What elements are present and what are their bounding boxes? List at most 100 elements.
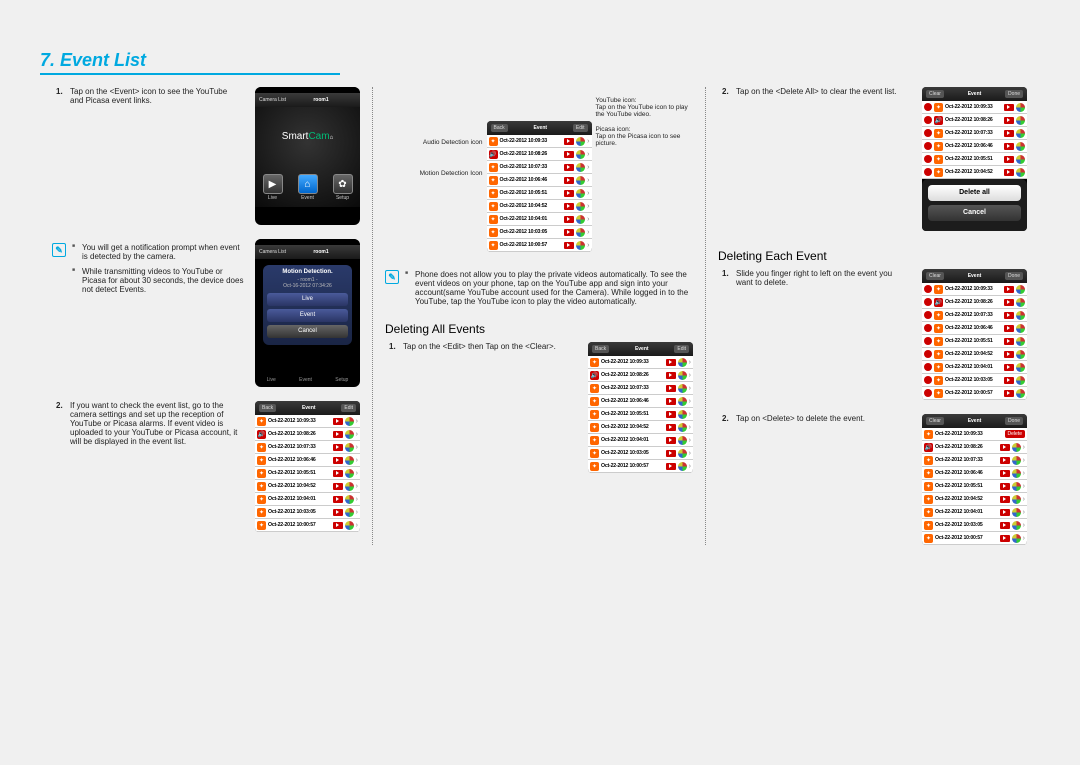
picasa-icon[interactable] (1016, 389, 1025, 398)
picasa-icon[interactable] (678, 436, 687, 445)
remove-icon[interactable] (924, 103, 932, 111)
youtube-icon[interactable] (1004, 130, 1014, 137)
youtube-icon[interactable] (666, 372, 676, 379)
youtube-icon[interactable] (333, 444, 343, 451)
picasa-icon[interactable] (576, 150, 585, 159)
youtube-icon[interactable] (666, 398, 676, 405)
remove-icon[interactable] (924, 285, 932, 293)
picasa-icon[interactable] (1012, 521, 1021, 530)
picasa-icon[interactable] (576, 163, 585, 172)
youtube-icon[interactable] (1004, 104, 1014, 111)
picasa-icon[interactable] (576, 215, 585, 224)
cancel-button[interactable]: Cancel (928, 205, 1021, 221)
picasa-icon[interactable] (1016, 142, 1025, 151)
picasa-icon[interactable] (678, 358, 687, 367)
remove-icon[interactable] (924, 155, 932, 163)
picasa-icon[interactable] (576, 228, 585, 237)
picasa-icon[interactable] (1016, 324, 1025, 333)
event-row[interactable]: ✦ Oct-22-2012 10:05:51 › (487, 187, 592, 200)
youtube-icon[interactable] (666, 411, 676, 418)
event-row[interactable]: ✦ Oct-22-2012 10:09:33 › (588, 356, 693, 369)
event-row[interactable]: ✦ Oct-22-2012 10:07:33 › (487, 161, 592, 174)
event-row[interactable]: ✦ Oct-22-2012 10:05:51 (922, 153, 1027, 166)
event-row[interactable]: 🔊 Oct-22-2012 10:08:26 › (255, 428, 360, 441)
youtube-icon[interactable] (333, 457, 343, 464)
event-row[interactable]: ✦ Oct-22-2012 10:04:01 › (487, 213, 592, 226)
youtube-icon[interactable] (1004, 117, 1014, 124)
youtube-icon[interactable] (564, 216, 574, 223)
youtube-icon[interactable] (564, 177, 574, 184)
remove-icon[interactable] (924, 142, 932, 150)
event-row[interactable]: ✦ Oct-22-2012 10:04:01 › (922, 506, 1027, 519)
picasa-icon[interactable] (678, 423, 687, 432)
youtube-icon[interactable] (1004, 299, 1014, 306)
youtube-icon[interactable] (564, 190, 574, 197)
picasa-icon[interactable] (345, 456, 354, 465)
picasa-icon[interactable] (1016, 285, 1025, 294)
delete-all-button[interactable]: Delete all (928, 185, 1021, 201)
picasa-icon[interactable] (1016, 129, 1025, 138)
picasa-icon[interactable] (1016, 311, 1025, 320)
event-row[interactable]: ✦ Oct-22-2012 10:04:52 (922, 348, 1027, 361)
event-row[interactable]: ✦ Oct-22-2012 10:03:05 (922, 374, 1027, 387)
youtube-icon[interactable] (1004, 390, 1014, 397)
youtube-icon[interactable] (1000, 522, 1010, 529)
youtube-icon[interactable] (564, 203, 574, 210)
remove-icon[interactable] (924, 311, 932, 319)
event-row[interactable]: ✦ Oct-22-2012 10:05:51 › (922, 480, 1027, 493)
event-row[interactable]: ✦ Oct-22-2012 10:07:33 › (922, 454, 1027, 467)
event-row[interactable]: ✦ Oct-22-2012 10:04:01 (922, 361, 1027, 374)
event-row[interactable]: 🔊 Oct-22-2012 10:08:26 (922, 114, 1027, 127)
youtube-icon[interactable] (666, 359, 676, 366)
youtube-icon[interactable] (666, 424, 676, 431)
event-row[interactable]: ✦ Oct-22-2012 10:09:33 › (255, 415, 360, 428)
event-row[interactable]: ✦ Oct-22-2012 10:04:52 › (487, 200, 592, 213)
picasa-icon[interactable] (1016, 298, 1025, 307)
notif-live-button[interactable]: Live (267, 293, 348, 306)
live-button[interactable]: ▶Live (262, 174, 284, 201)
youtube-icon[interactable] (333, 470, 343, 477)
notif-event-button[interactable]: Event (267, 309, 348, 322)
picasa-icon[interactable] (678, 462, 687, 471)
event-row[interactable]: ✦ Oct-22-2012 10:07:33 (922, 127, 1027, 140)
youtube-icon[interactable] (1000, 470, 1010, 477)
youtube-icon[interactable] (1004, 351, 1014, 358)
picasa-icon[interactable] (1016, 337, 1025, 346)
picasa-icon[interactable] (678, 410, 687, 419)
picasa-icon[interactable] (1016, 363, 1025, 372)
picasa-icon[interactable] (345, 469, 354, 478)
event-row[interactable]: ✦ Oct-22-2012 10:00:57 › (487, 239, 592, 252)
picasa-icon[interactable] (345, 430, 354, 439)
picasa-icon[interactable] (576, 241, 585, 250)
youtube-icon[interactable] (1004, 312, 1014, 319)
event-row[interactable]: ✦ Oct-22-2012 10:00:57 › (588, 460, 693, 473)
event-row[interactable]: ✦ Oct-22-2012 10:06:46 › (487, 174, 592, 187)
picasa-icon[interactable] (1016, 168, 1025, 177)
event-row[interactable]: ✦ Oct-22-2012 10:04:52 › (588, 421, 693, 434)
youtube-icon[interactable] (1004, 156, 1014, 163)
event-row[interactable]: ✦ Oct-22-2012 10:04:52 › (255, 480, 360, 493)
youtube-icon[interactable] (666, 437, 676, 444)
youtube-icon[interactable] (1004, 377, 1014, 384)
event-row[interactable]: ✦ Oct-22-2012 10:07:33 (922, 309, 1027, 322)
picasa-icon[interactable] (1012, 508, 1021, 517)
youtube-icon[interactable] (1000, 535, 1010, 542)
remove-icon[interactable] (924, 363, 932, 371)
event-row[interactable]: ✦ Oct-22-2012 10:05:51 › (255, 467, 360, 480)
remove-icon[interactable] (924, 350, 932, 358)
event-row[interactable]: ✦ Oct-22-2012 10:09:33 Delete (922, 428, 1027, 441)
youtube-icon[interactable] (564, 138, 574, 145)
delete-button[interactable]: Delete (1005, 430, 1025, 438)
event-row[interactable]: ✦ Oct-22-2012 10:03:05 › (255, 506, 360, 519)
remove-icon[interactable] (924, 389, 932, 397)
youtube-icon[interactable] (666, 463, 676, 470)
remove-icon[interactable] (924, 129, 932, 137)
youtube-icon[interactable] (1004, 325, 1014, 332)
picasa-icon[interactable] (1012, 495, 1021, 504)
youtube-icon[interactable] (1004, 338, 1014, 345)
event-row[interactable]: 🔊 Oct-22-2012 10:08:26 › (922, 441, 1027, 454)
event-row[interactable]: ✦ Oct-22-2012 10:03:05 › (487, 226, 592, 239)
event-row[interactable]: ✦ Oct-22-2012 10:03:05 › (922, 519, 1027, 532)
event-row[interactable]: ✦ Oct-22-2012 10:03:05 › (588, 447, 693, 460)
event-row[interactable]: ✦ Oct-22-2012 10:06:46 › (255, 454, 360, 467)
